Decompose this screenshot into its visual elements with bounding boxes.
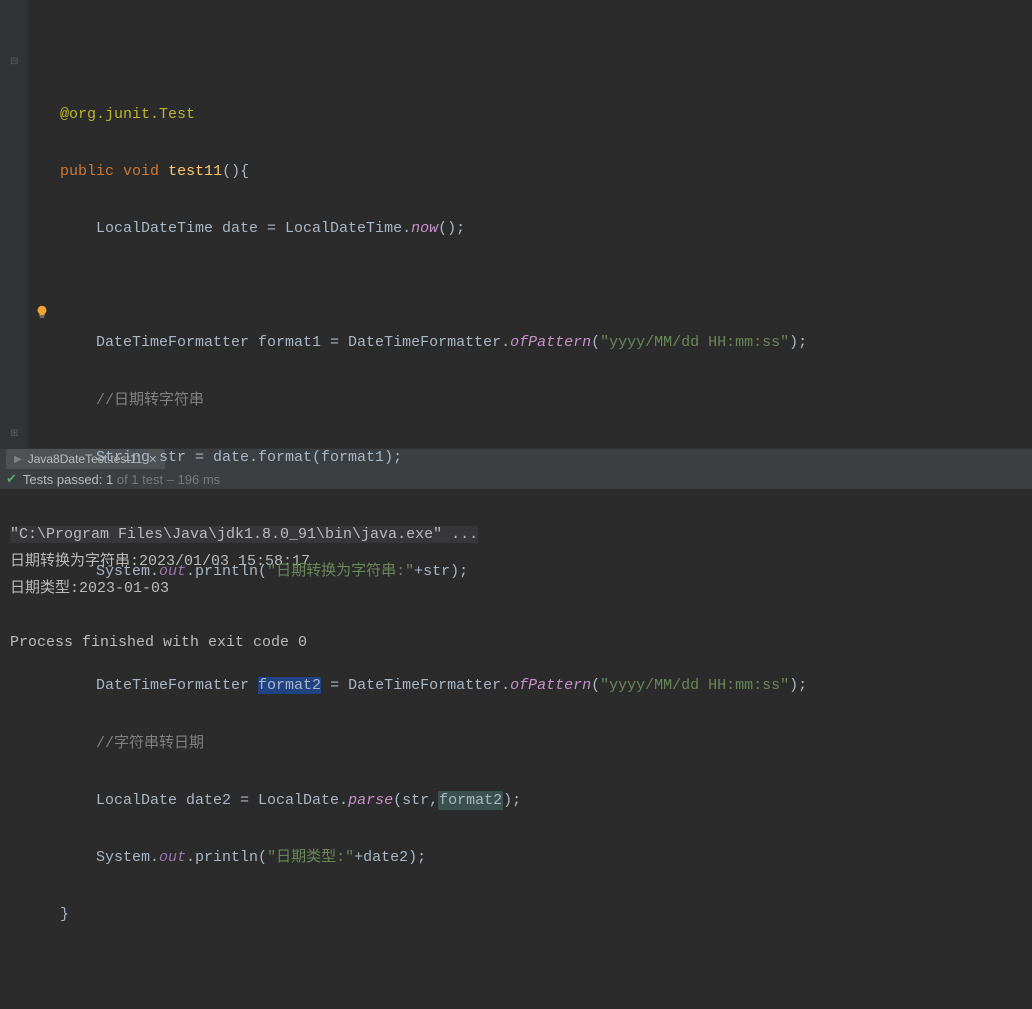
code-text: }	[60, 906, 69, 923]
code-text: String str = date.format(format1);	[96, 449, 402, 466]
annotation: @org.junit.Test	[60, 106, 195, 123]
code-text: System.	[96, 563, 159, 580]
code-text: );	[789, 677, 807, 694]
code-text: +date2);	[354, 849, 426, 866]
code-text: );	[789, 334, 807, 351]
string-literal: "yyyy/MM/dd HH:mm:ss"	[600, 677, 789, 694]
code-text: (	[591, 677, 600, 694]
selected-identifier: format2	[258, 677, 321, 694]
code-text: LocalDate date2 = LocalDate.	[96, 792, 348, 809]
static-call: ofPattern	[510, 334, 591, 351]
editor-gutter[interactable]: ⊟ ⊞	[0, 0, 28, 448]
string-literal: "日期类型:"	[267, 849, 354, 866]
code-text: .println(	[186, 563, 267, 580]
static-call: now	[411, 220, 438, 237]
usage-read-highlight: format2	[438, 791, 503, 810]
code-text: System.	[96, 849, 159, 866]
code-text: );	[503, 792, 521, 809]
code-text: ();	[438, 220, 465, 237]
comment-slashes: //	[96, 735, 114, 752]
string-literal: "日期转换为字符串:"	[267, 563, 414, 580]
run-icon: ▶	[14, 454, 22, 465]
code-editor[interactable]: ⊟ ⊞ @org.junit.Test public void test11()…	[0, 0, 1032, 448]
code-text: LocalDateTime date = LocalDateTime.	[96, 220, 411, 237]
static-call: ofPattern	[510, 677, 591, 694]
code-text: (	[591, 334, 600, 351]
code-text: +str);	[414, 563, 468, 580]
code-text: DateTimeFormatter	[96, 677, 258, 694]
intention-bulb-icon[interactable]	[35, 305, 49, 319]
comment-slashes: //	[96, 392, 114, 409]
string-literal: "yyyy/MM/dd HH:mm:ss"	[600, 334, 789, 351]
method-name: test11	[168, 163, 222, 180]
comment-text: 日期转字符串	[114, 392, 204, 409]
code-text: = DateTimeFormatter.	[321, 677, 510, 694]
fold-marker-icon[interactable]: ⊟	[10, 56, 20, 66]
static-call: parse	[348, 792, 393, 809]
code-text: .println(	[186, 849, 267, 866]
fold-end-marker-icon[interactable]: ⊞	[10, 428, 20, 438]
code-text: (str,	[393, 792, 438, 809]
check-icon: ✔	[6, 471, 17, 487]
field-out: out	[159, 563, 186, 580]
code-text: DateTimeFormatter format1 = DateTimeForm…	[96, 334, 510, 351]
code-text: (){	[222, 163, 249, 180]
code-area[interactable]: @org.junit.Test public void test11(){ Lo…	[28, 72, 1032, 987]
keyword-public: public	[60, 163, 114, 180]
keyword-void: void	[123, 163, 159, 180]
comment-text: 字符串转日期	[114, 735, 204, 752]
field-out: out	[159, 849, 186, 866]
console-blank	[10, 607, 19, 624]
